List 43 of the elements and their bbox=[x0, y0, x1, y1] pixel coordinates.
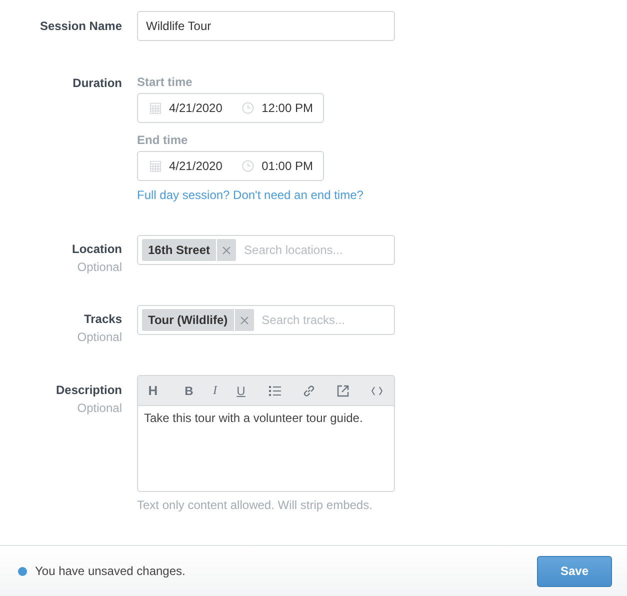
datetime-field[interactable]: 4/21/2020 01:00 PM bbox=[137, 151, 324, 181]
optional-hint: Optional bbox=[77, 400, 122, 416]
tag-search-field[interactable]: 16th Street Search locations... bbox=[137, 235, 395, 265]
datetime-field[interactable]: 4/21/2020 12:00 PM bbox=[137, 93, 324, 123]
code-icon bbox=[371, 386, 383, 396]
search-placeholder: Search tracks... bbox=[262, 313, 346, 327]
selected-tag: 16th Street bbox=[142, 239, 236, 261]
description-text[interactable]: Take this tour with a volunteer tour guide. bbox=[138, 406, 394, 491]
session-name-field[interactable]: Wildlife Tour bbox=[137, 11, 395, 41]
close-icon bbox=[222, 246, 232, 254]
remove-tag-button[interactable] bbox=[234, 309, 254, 331]
heading-button[interactable]: H bbox=[144, 380, 162, 402]
clock-icon bbox=[242, 101, 254, 115]
calendar-icon bbox=[150, 159, 161, 173]
underline-button[interactable]: U bbox=[232, 380, 250, 402]
helper-text: Text only content allowed. Will strip embeds. bbox=[137, 498, 372, 512]
tag-search-field[interactable]: Tour (Wildlife) Search tracks... bbox=[137, 305, 395, 335]
list-icon bbox=[269, 386, 281, 396]
time-value: 01:00 PM bbox=[262, 159, 313, 173]
field-label: Session Name bbox=[40, 18, 122, 34]
date-value: 4/21/2020 bbox=[169, 159, 222, 173]
clock-icon bbox=[242, 159, 254, 173]
optional-hint: Optional bbox=[77, 329, 122, 345]
selected-tag: Tour (Wildlife) bbox=[142, 309, 254, 331]
remove-tag-button[interactable] bbox=[216, 239, 236, 261]
time-value: 12:00 PM bbox=[262, 101, 313, 115]
optional-hint: Optional bbox=[77, 259, 122, 275]
link-icon bbox=[302, 384, 316, 398]
italic-button[interactable]: I bbox=[206, 380, 224, 402]
unsaved-changes-message: You have unsaved changes. bbox=[35, 564, 186, 578]
sub-label: End time bbox=[137, 133, 189, 147]
calendar-icon bbox=[150, 101, 161, 115]
field-label: Location bbox=[72, 241, 122, 257]
field-label: Tracks bbox=[84, 311, 122, 327]
external-link-icon bbox=[337, 384, 349, 396]
search-placeholder: Search locations... bbox=[244, 243, 343, 257]
sub-label: Start time bbox=[137, 75, 194, 89]
field-label: Duration bbox=[72, 75, 122, 91]
field-label: Description bbox=[56, 382, 122, 398]
date-value: 4/21/2020 bbox=[169, 101, 222, 115]
status-dot bbox=[18, 566, 27, 576]
close-icon bbox=[240, 316, 249, 324]
bold-button[interactable]: B bbox=[180, 380, 198, 402]
